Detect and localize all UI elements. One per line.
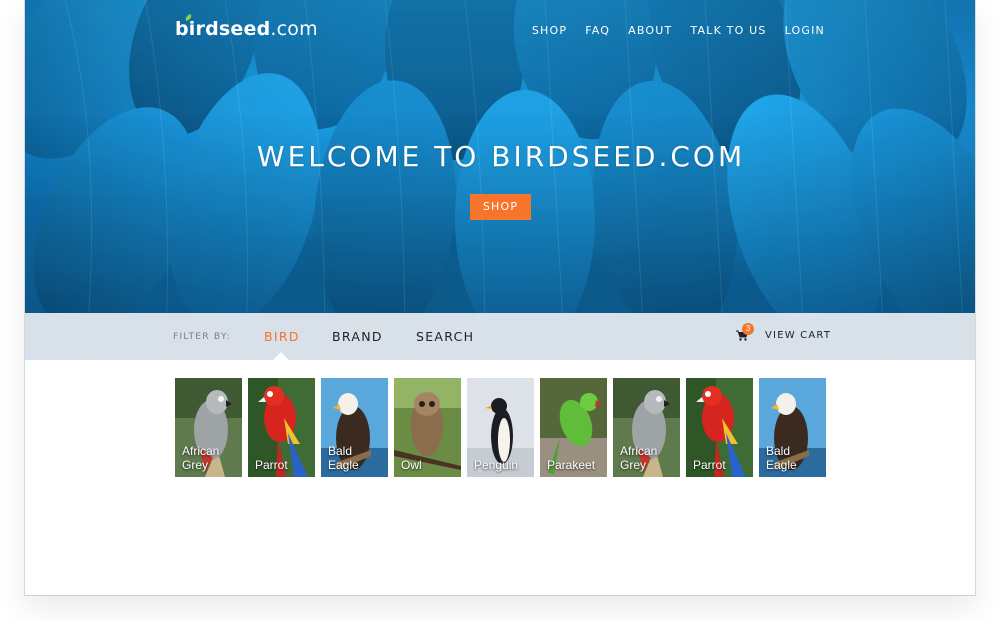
bird-card-label: Parrot <box>255 458 288 472</box>
shopping-cart-icon: 3 <box>735 323 754 342</box>
bird-card-penguin[interactable]: Penguin <box>467 378 534 477</box>
bird-card-label: Bald Eagle <box>328 444 359 472</box>
logo-domain-text: .com <box>270 18 318 40</box>
hero-title: WELCOME TO BIRDSEED.COM <box>256 140 746 173</box>
bird-card-label: Owl <box>401 458 422 472</box>
top-nav: birdseed.com SHOP FAQ ABOUT TALK TO US L… <box>25 0 975 60</box>
filter-by-label: FILTER BY: <box>173 332 231 342</box>
tab-bird[interactable]: BIRD <box>264 329 300 344</box>
cart-count-badge: 3 <box>742 323 754 335</box>
nav-item-login[interactable]: LOGIN <box>785 24 825 37</box>
browser-frame: birdseed.com SHOP FAQ ABOUT TALK TO US L… <box>24 0 976 596</box>
bird-card-bald-eagle[interactable]: Bald Eagle <box>759 378 826 477</box>
bird-card-label: Parakeet <box>547 458 596 472</box>
bird-card-parrot[interactable]: Parrot <box>686 378 753 477</box>
bird-card-label: African Grey <box>182 444 220 472</box>
nav-item-talk-to-us[interactable]: TALK TO US <box>690 24 766 37</box>
view-cart-link[interactable]: 3 VIEW CART <box>735 323 832 342</box>
nav-menu: SHOP FAQ ABOUT TALK TO US LOGIN <box>514 24 825 37</box>
view-cart-label: VIEW CART <box>765 329 832 341</box>
nav-item-about[interactable]: ABOUT <box>628 24 672 37</box>
bird-card-african-grey[interactable]: African Grey <box>613 378 680 477</box>
bird-card-label: Parrot <box>693 458 726 472</box>
bird-card-bald-eagle[interactable]: Bald Eagle <box>321 378 388 477</box>
nav-item-shop[interactable]: SHOP <box>532 24 567 37</box>
bird-card-parrot[interactable]: Parrot <box>248 378 315 477</box>
bird-card-owl[interactable]: Owl <box>394 378 461 477</box>
nav-item-faq[interactable]: FAQ <box>585 24 610 37</box>
bird-card-label: African Grey <box>620 444 658 472</box>
hero-shop-button[interactable]: SHOP <box>470 194 531 220</box>
logo-bold-text: birdseed <box>175 18 271 40</box>
hero-banner: birdseed.com SHOP FAQ ABOUT TALK TO US L… <box>25 0 975 360</box>
filter-bar: FILTER BY: BIRD BRAND SEARCH 3 VIEW CART <box>25 313 975 360</box>
site-logo[interactable]: birdseed.com <box>175 13 318 40</box>
bird-category-grid: African Grey Parrot Bald Eagle Owl Pengu… <box>175 378 826 477</box>
bird-card-african-grey[interactable]: African Grey <box>175 378 242 477</box>
tab-search[interactable]: SEARCH <box>416 329 474 344</box>
tab-brand[interactable]: BRAND <box>332 329 383 344</box>
active-tab-caret <box>273 352 289 360</box>
bird-card-parakeet[interactable]: Parakeet <box>540 378 607 477</box>
bird-card-label: Penguin <box>474 458 519 472</box>
bird-card-label: Bald Eagle <box>766 444 797 472</box>
